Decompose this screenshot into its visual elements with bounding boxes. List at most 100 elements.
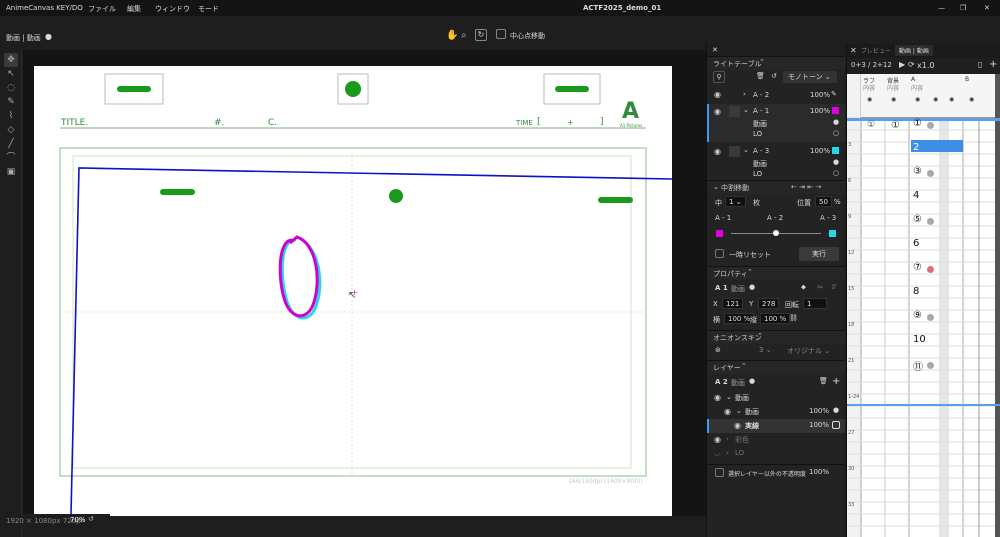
loop-icon[interactable]: ⟳ xyxy=(908,60,915,69)
tab-douga[interactable]: 動画 | 動画 xyxy=(895,45,933,56)
panel-close-icon[interactable]: ✕ xyxy=(712,46,718,54)
collapse-icon[interactable]: ⌄ xyxy=(743,146,749,154)
document-icon[interactable]: ▯ xyxy=(978,60,982,69)
flip-v-icon[interactable]: ⇵ xyxy=(831,283,837,291)
onion-mode-select[interactable]: オリジナル ⌄ xyxy=(787,346,830,356)
eraser-tool-icon[interactable]: ◇ xyxy=(4,123,18,137)
layer-row-jissen[interactable]: ◉ 実線 100% xyxy=(707,419,845,433)
collapse-icon[interactable]: ⌄ xyxy=(736,407,742,415)
eye-icon[interactable]: ◉ xyxy=(714,107,721,116)
eye-icon[interactable]: ◉ xyxy=(867,96,872,103)
play-icon[interactable]: ▶ xyxy=(899,60,905,69)
expand-icon[interactable]: › xyxy=(743,90,746,98)
undo-icon[interactable]: ↺ xyxy=(771,72,777,80)
hand-tool-icon[interactable]: ✋ xyxy=(446,30,458,41)
eye-icon[interactable]: ◉ xyxy=(969,96,974,103)
frame-cell[interactable]: ③ xyxy=(913,166,922,177)
maximize-icon[interactable]: ❐ xyxy=(960,4,966,12)
temp-reset-checkbox[interactable] xyxy=(715,249,724,258)
onion-header[interactable]: オニオンスキン ⌃ xyxy=(707,330,845,344)
eye-icon[interactable]: ◉ xyxy=(724,407,731,416)
timesheet-grid[interactable]: ラフ 内容 背景 内容 A 内容 B ◉ ◉ ◉ ◉ ◉ ◉ ① ① ①2③4⑤… xyxy=(847,74,1000,537)
lasso-tool-icon[interactable]: ◌ xyxy=(4,81,18,95)
close-icon[interactable]: ✕ xyxy=(984,4,990,12)
y-field[interactable]: 278 xyxy=(758,298,780,309)
eye-icon[interactable]: ◉ xyxy=(714,393,721,402)
eye-icon[interactable]: ◉ xyxy=(949,96,954,103)
x-field[interactable]: 121 xyxy=(722,298,744,309)
layer-row-douga[interactable]: ◉ ⌄ 動画 100% ● xyxy=(707,405,845,419)
col-a[interactable]: A xyxy=(911,76,915,83)
add-column-icon[interactable]: + xyxy=(989,59,997,70)
panel-close-icon[interactable]: ✕ xyxy=(850,46,857,55)
layers-header[interactable]: レイヤー ⌃ xyxy=(707,360,845,374)
lighttable-mode-select[interactable]: モノトーン ⌄ xyxy=(783,71,837,83)
eye-icon[interactable]: ◉ xyxy=(933,96,938,103)
frame-cell[interactable]: 6 xyxy=(913,238,919,249)
midmove-header[interactable]: ⌄ 中割移動 ⇠ ⇥ ⇤ ⇢ xyxy=(707,180,845,194)
add-layer-icon[interactable]: + xyxy=(832,376,840,387)
lt-layer-a1[interactable]: ◉ ⌄ A - 1 100% 動画 ● LO ○ xyxy=(707,104,845,142)
eye-icon[interactable]: ◉ xyxy=(714,435,721,444)
position-field[interactable]: 50 xyxy=(815,196,832,207)
expand-icon[interactable]: › xyxy=(726,449,729,457)
line-tool-icon[interactable]: ╱ xyxy=(4,137,18,151)
col-b[interactable]: B xyxy=(965,76,969,83)
center-move-checkbox[interactable] xyxy=(496,29,506,39)
collapse-icon[interactable]: ⌄ xyxy=(743,106,749,114)
lighttable-header[interactable]: ライトテーブル ⌃ xyxy=(707,56,845,70)
eye-icon[interactable]: ◉ xyxy=(734,421,741,430)
menu-mode[interactable]: モード xyxy=(198,4,219,14)
pen-tool-icon[interactable]: ✎ xyxy=(4,95,18,109)
layer-row-lo[interactable]: ◡ › LO xyxy=(707,447,845,461)
color-swatch-magenta[interactable] xyxy=(832,107,839,114)
eye-closed-icon[interactable]: ◡ xyxy=(714,449,720,457)
move-tool-icon[interactable]: ✥ xyxy=(4,53,18,67)
expand-icon[interactable]: › xyxy=(726,435,729,443)
layer-color-box[interactable] xyxy=(832,421,840,429)
menu-window[interactable]: ウィンドウ xyxy=(155,4,190,14)
collapse-icon[interactable]: ⌄ xyxy=(726,393,732,401)
trash-icon[interactable]: 🗑 xyxy=(819,377,828,385)
frame-cell[interactable]: ⑤ xyxy=(913,214,922,225)
rotation-field[interactable]: 1 xyxy=(803,298,827,309)
eye-icon[interactable]: ◉ xyxy=(891,96,896,103)
eye-icon[interactable]: ◉ xyxy=(714,90,721,99)
frame-cell[interactable]: 4 xyxy=(913,190,919,201)
execute-button[interactable]: 実行 xyxy=(799,247,839,261)
tab-preview[interactable]: プレビュー xyxy=(861,46,891,55)
frame-cell[interactable]: ⑦ xyxy=(913,262,922,273)
frame-cell[interactable]: ① xyxy=(913,118,922,129)
frame-tool-icon[interactable]: ▣ xyxy=(4,165,18,179)
rotate-reset-icon[interactable]: ↻ xyxy=(475,29,487,41)
minimize-icon[interactable]: — xyxy=(938,4,945,12)
pencil-icon[interactable]: ✎ xyxy=(831,90,837,98)
midmove-slider-knob[interactable] xyxy=(773,230,779,236)
height-field[interactable]: 100 % xyxy=(760,313,791,324)
mid-count-field[interactable]: 1 ⌄ xyxy=(725,196,746,207)
trash-icon[interactable]: 🗑 xyxy=(756,72,765,80)
onion-count[interactable]: 3 ⌄ xyxy=(759,346,772,354)
align-icons[interactable]: ⇠ ⇥ ⇤ ⇢ xyxy=(791,183,821,191)
brush-tool-icon[interactable]: ⌇ xyxy=(4,109,18,123)
layer-row-douga-folder[interactable]: ◉ ⌄ 動画 xyxy=(707,391,845,405)
properties-header[interactable]: プロパティ ⌃ xyxy=(707,266,845,280)
fill-tool-icon[interactable]: ⌒ xyxy=(4,151,18,165)
frame-cell[interactable]: 2 xyxy=(913,142,919,153)
frame-cell[interactable]: ⑨ xyxy=(913,310,922,321)
zoom-icon[interactable]: ⌕ xyxy=(461,30,467,41)
zoom-reset-icon[interactable]: ↺ xyxy=(88,515,94,523)
opacity-checkbox[interactable] xyxy=(715,468,724,477)
eye-icon[interactable]: ◉ xyxy=(714,147,721,156)
fill-bucket-icon[interactable]: ⬥ xyxy=(801,283,806,292)
lightbulb-icon[interactable]: ⚲ xyxy=(713,71,725,83)
select-tool-icon[interactable]: ↖ xyxy=(4,67,18,81)
color-swatch-cyan[interactable] xyxy=(832,147,839,154)
link-icon[interactable]: ⛓ xyxy=(789,314,798,322)
flip-h-icon[interactable]: ⇋ xyxy=(817,283,823,291)
speed-text[interactable]: x1.0 xyxy=(917,61,934,70)
layer-row-saishoku[interactable]: ◉ › 彩色 xyxy=(707,433,845,447)
eye-icon[interactable]: ◉ xyxy=(915,96,920,103)
frame-cell[interactable]: ⑪ xyxy=(913,358,923,373)
canvas-paper[interactable]: ↖ + TITLE. #. C. TIME [ + ] A A1 Picture… xyxy=(34,66,672,516)
